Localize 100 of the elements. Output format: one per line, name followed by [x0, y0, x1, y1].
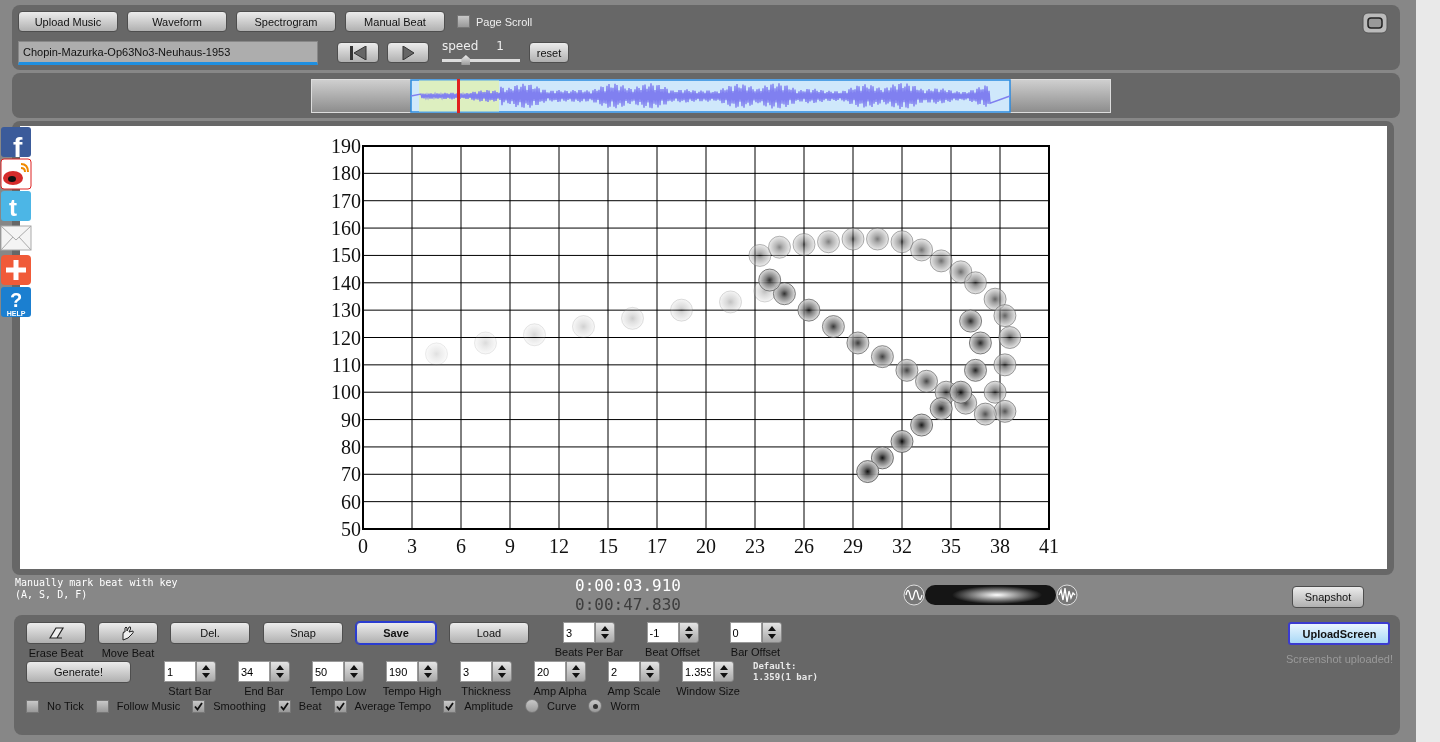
number-field[interactable]: 0 — [729, 622, 762, 643]
volume-slider[interactable] — [924, 585, 1056, 605]
stepper-button[interactable] — [492, 661, 512, 682]
toolbar-button[interactable]: Waveform — [127, 11, 227, 32]
stepper-button[interactable] — [678, 622, 699, 643]
weibo-icon[interactable] — [0, 158, 32, 190]
y-axis-label: 130 — [331, 299, 361, 322]
up-down-arrows-icon — [201, 664, 211, 679]
tool-button[interactable]: Snap — [263, 622, 343, 644]
waveform-overview-drawing[interactable] — [311, 78, 1111, 113]
y-axis-label: 160 — [331, 217, 361, 240]
toolbar-button[interactable]: Spectrogram — [236, 11, 336, 32]
tool-button[interactable]: Del. — [170, 622, 250, 644]
radio-button[interactable] — [525, 699, 540, 713]
stepper-button[interactable] — [344, 661, 364, 682]
up-down-arrows-icon — [683, 625, 694, 640]
eraser-icon — [47, 625, 65, 641]
checkbox[interactable] — [277, 699, 291, 713]
up-down-arrows-icon — [766, 625, 777, 640]
y-axis-label: 140 — [331, 271, 361, 294]
move-beat-button[interactable] — [98, 622, 158, 644]
stepper-button[interactable] — [714, 661, 734, 682]
number-field[interactable]: 190 — [386, 661, 418, 682]
up-down-arrows-icon — [423, 664, 433, 679]
checkbox-label: Page Scroll — [476, 15, 533, 28]
x-axis-label: 23 — [745, 535, 765, 557]
file-name-field[interactable]: Chopin-Mazurka-Op63No3-Neuhaus-1953 — [18, 40, 318, 65]
number-field[interactable]: 20 — [534, 661, 566, 682]
mail-icon[interactable] — [0, 222, 32, 254]
up-down-arrows-icon — [349, 664, 359, 679]
x-axis-label: 41 — [1039, 535, 1059, 557]
plus-icon[interactable] — [0, 254, 32, 286]
x-axis-label: 15 — [598, 535, 618, 557]
slider-thumb[interactable] — [461, 55, 471, 65]
current-time: 0:00:03.910 — [575, 576, 681, 595]
default-note: Default: 1.359(1 bar) — [753, 661, 819, 683]
field-label: Beat Offset — [645, 646, 700, 658]
erase-beat-button[interactable] — [26, 622, 86, 644]
tool-button[interactable]: Save — [356, 622, 436, 644]
number-field[interactable]: -1 — [646, 622, 679, 643]
stepper-button[interactable] — [566, 661, 586, 682]
stepper-button[interactable] — [595, 622, 615, 643]
up-down-arrows-icon — [571, 664, 581, 679]
field-label: Amp Alpha — [533, 685, 587, 697]
toolbar-button[interactable]: Upload Music — [18, 11, 118, 32]
stepper-button[interactable] — [196, 661, 216, 682]
stepper-button[interactable] — [761, 622, 782, 643]
up-down-arrows-icon — [497, 664, 507, 679]
number-field[interactable]: 50 — [312, 661, 344, 682]
window-icon[interactable] — [1362, 12, 1388, 34]
y-axis-label: 120 — [331, 326, 361, 349]
radio-button[interactable] — [588, 699, 603, 713]
x-axis-label: 38 — [990, 535, 1010, 557]
play-button[interactable] — [387, 42, 429, 63]
y-axis-label: 70 — [341, 463, 361, 486]
checkbox[interactable] — [457, 15, 470, 28]
upload-screen-button[interactable]: UploadScreen — [1288, 622, 1391, 645]
option-label: Beat — [298, 700, 322, 712]
snapshot-button[interactable]: Snapshot — [1291, 586, 1364, 608]
tool-button[interactable]: Load — [449, 622, 529, 644]
x-axis-label: 17 — [647, 535, 667, 557]
toolbar-button[interactable]: Manual Beat — [345, 11, 445, 32]
hand-icon — [119, 625, 137, 641]
option-label: Amplitude — [464, 700, 514, 712]
x-axis-label: 3 — [407, 535, 417, 557]
number-field[interactable]: 1 — [164, 661, 196, 682]
generate-button[interactable]: Generate! — [26, 661, 131, 683]
sine-wave-icon — [902, 584, 925, 606]
skip-to-start-button[interactable] — [337, 42, 379, 63]
y-axis-label: 170 — [331, 189, 361, 212]
x-axis-label: 0 — [358, 535, 368, 557]
checkbox[interactable] — [443, 699, 457, 713]
number-field[interactable]: 34 — [238, 661, 270, 682]
field-label: Bar Offset — [730, 646, 781, 658]
x-axis-label: 32 — [892, 535, 912, 557]
number-field[interactable]: 3 — [563, 622, 595, 643]
checkbox[interactable] — [192, 699, 206, 713]
field-label: End Bar — [244, 685, 284, 697]
checkbox[interactable] — [26, 699, 39, 713]
x-axis-label: 29 — [843, 535, 863, 557]
speed-value: 1 — [496, 39, 504, 53]
facebook-icon[interactable]: f — [0, 126, 32, 158]
option-label: Curve — [547, 700, 577, 712]
stepper-button[interactable] — [418, 661, 438, 682]
speed-label: speed — [442, 39, 479, 53]
y-axis-label: 60 — [341, 490, 361, 513]
y-axis-label: 110 — [331, 353, 361, 376]
y-axis-label: 190 — [331, 135, 361, 157]
y-axis-label: 80 — [341, 435, 361, 458]
stepper-button[interactable] — [640, 661, 660, 682]
field-label: Beats Per Bar — [554, 646, 624, 658]
reset-button[interactable]: reset — [529, 42, 569, 63]
checkbox[interactable] — [95, 699, 109, 713]
stepper-button[interactable] — [270, 661, 290, 682]
number-field[interactable]: 2 — [608, 661, 640, 682]
option-label: Smoothing — [213, 700, 266, 712]
checkbox[interactable] — [333, 699, 347, 713]
field-label: Thickness — [461, 685, 511, 697]
number-field[interactable]: 3 — [460, 661, 492, 682]
field-label: Window Size — [676, 685, 740, 697]
